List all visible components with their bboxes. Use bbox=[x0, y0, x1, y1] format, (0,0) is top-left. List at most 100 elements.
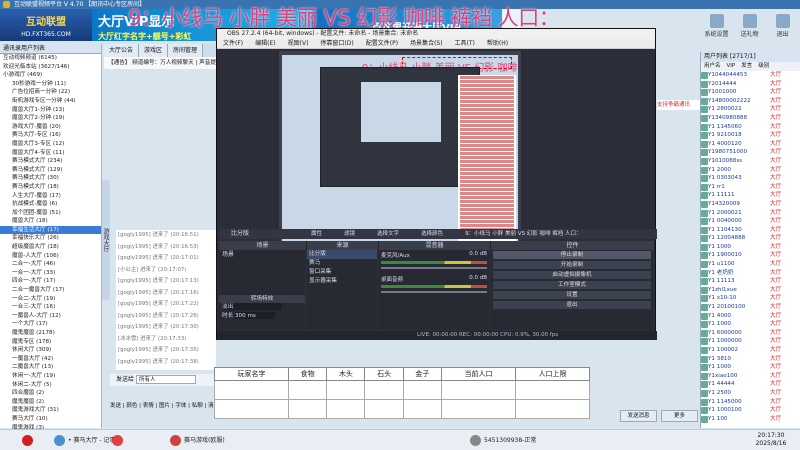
table-cell[interactable] bbox=[214, 399, 289, 419]
user-row[interactable]: Y1 老奶奶 大厅 bbox=[701, 269, 800, 278]
user-row[interactable]: Y1340980888 大厅 bbox=[701, 114, 800, 123]
obs-menu-item[interactable]: 文件(F) bbox=[223, 39, 243, 48]
site-logo[interactable]: 互动联盟 HD.FXT365.COM bbox=[0, 9, 92, 41]
user-row[interactable]: Y1 2000 大厅 bbox=[701, 166, 800, 175]
chat-target-select[interactable]: 所有人 bbox=[135, 375, 196, 384]
user-row[interactable]: Y1001000 大厅 bbox=[701, 88, 800, 97]
tab-game-area[interactable]: 游戏区 bbox=[139, 44, 169, 57]
tree-item[interactable]: 休闲一-大厅 (19) bbox=[0, 372, 101, 381]
tab-room-manage[interactable]: 房间管理 bbox=[168, 44, 204, 57]
obs-menu-item[interactable]: 停靠窗口(D) bbox=[320, 39, 353, 48]
tree-item[interactable]: 街机游戏专区一分钟 (44) bbox=[0, 97, 101, 106]
gift-button[interactable]: 送礼物 bbox=[733, 12, 766, 42]
user-row[interactable]: Y1 0303043 大厅 bbox=[701, 174, 800, 183]
system-settings-button[interactable]: 系统设置 bbox=[700, 12, 733, 42]
user-row[interactable]: Y1 4000 大厅 bbox=[701, 312, 800, 321]
control-button[interactable]: 开始录制 bbox=[493, 261, 651, 269]
user-row[interactable]: Y1 1000 大厅 bbox=[701, 320, 800, 329]
tree-item[interactable]: 游戏大厅-魔兽 (20) bbox=[0, 123, 101, 132]
user-row[interactable]: Y1 100002 大厅 bbox=[701, 346, 800, 355]
tree-item[interactable]: 魔兽大厅3-专区 (12) bbox=[0, 140, 101, 149]
user-row[interactable]: Y1 4000120 大厅 bbox=[701, 140, 800, 149]
user-row[interactable]: Y1 2800022 大厅 bbox=[701, 105, 800, 114]
user-row[interactable]: Y1 100 大厅 bbox=[701, 415, 800, 424]
tree-item[interactable]: 魔鬼魔兽 (2) bbox=[0, 398, 101, 407]
user-row[interactable]: Y14800002222 大厅 bbox=[701, 97, 800, 106]
obs-menu-item[interactable]: 视图(V) bbox=[288, 39, 309, 48]
obs-menu-item[interactable]: 配置文件(P) bbox=[366, 39, 398, 48]
tree-item[interactable]: 魔兽大厅4-专区 (11) bbox=[0, 149, 101, 158]
taskbar-app[interactable]: 5451309938-正常 bbox=[470, 433, 536, 448]
obs-menu-item[interactable]: 场景集合(S) bbox=[410, 39, 443, 48]
tree-item[interactable]: 互动视频频道 (6145) bbox=[0, 54, 101, 63]
user-row[interactable]: Y1xiao100 大厅 bbox=[701, 372, 800, 381]
user-row[interactable]: Y1 1000000 大厅 bbox=[701, 337, 800, 346]
tree-item[interactable]: 赛马大厅 (10) bbox=[0, 415, 101, 424]
table-cell[interactable] bbox=[440, 399, 516, 419]
source-item[interactable]: 窗口采集 bbox=[307, 268, 377, 277]
text-value-field[interactable]: 9：小线马 小胖 美丽 VS 幻影 咖啡 裤裆 人口： bbox=[461, 229, 586, 239]
desktop-volume-slider[interactable] bbox=[381, 291, 487, 293]
user-list-column[interactable]: VIP bbox=[727, 62, 736, 71]
user-row[interactable]: Y1044044453 大厅 bbox=[701, 71, 800, 80]
tree-item[interactable]: 一合二-大厅 (19) bbox=[0, 295, 101, 304]
select-color-button[interactable]: 选择颜色 bbox=[417, 229, 447, 239]
source-item[interactable]: 赛马 bbox=[307, 259, 377, 268]
table-cell[interactable] bbox=[287, 380, 328, 400]
user-row[interactable]: Y1 1900010 大厅 bbox=[701, 251, 800, 260]
filters-button[interactable]: 滤镜 bbox=[340, 229, 359, 239]
user-row[interactable]: Y1 6000000 大厅 bbox=[701, 329, 800, 338]
obs-menu-item[interactable]: 工具(T) bbox=[455, 39, 475, 48]
tree-item[interactable]: 小游戏厅 (469) bbox=[0, 71, 101, 80]
control-button[interactable]: 设置 bbox=[493, 291, 651, 299]
user-row[interactable]: Y1zhi1xue 大厅 bbox=[701, 286, 800, 295]
tree-item[interactable]: 魔兽大厅 (18) bbox=[0, 217, 101, 226]
table-cell[interactable] bbox=[364, 399, 404, 419]
exit-button[interactable]: 退出 bbox=[766, 12, 799, 42]
user-row[interactable]: Y1980751000 大厅 bbox=[701, 148, 800, 157]
control-button[interactable]: 停止录制 bbox=[493, 251, 651, 259]
user-row[interactable]: Y1 1145060 大厅 bbox=[701, 123, 800, 132]
user-row[interactable]: Y14320009 大厅 bbox=[701, 200, 800, 209]
tree-item[interactable]: 超级魔兽大厅 (18) bbox=[0, 243, 101, 252]
user-row[interactable]: Y1 11111 大厅 bbox=[701, 191, 800, 200]
user-row[interactable]: Y1 1000100 大厅 bbox=[701, 406, 800, 415]
user-row[interactable]: Y1 rr1 大厅 bbox=[701, 183, 800, 192]
send-message-button[interactable]: 发送消息 bbox=[620, 410, 657, 422]
user-row[interactable]: Y1 u1100 大厅 bbox=[701, 260, 800, 269]
user-row[interactable]: Y1 1145000 大厅 bbox=[701, 398, 800, 407]
control-button[interactable]: 退出 bbox=[493, 301, 651, 309]
tree-item[interactable]: 一个大厅 (17) bbox=[0, 320, 101, 329]
taskbar-app[interactable]: 赛马游戏(欧服) bbox=[170, 433, 225, 448]
user-row[interactable]: Y1 20100100 大厅 bbox=[701, 303, 800, 312]
tree-item[interactable]: 魔鬼魔兽 (2178) bbox=[0, 329, 101, 338]
user-row[interactable]: Y1 9210018 大厅 bbox=[701, 131, 800, 140]
taskbar-clock[interactable]: 20:17:30 2025/8/16 bbox=[744, 432, 798, 448]
tree-item[interactable]: 魔兽大厅2-分钟 (19) bbox=[0, 114, 101, 123]
tree-item[interactable]: 幸福快乐大厅 (26) bbox=[0, 234, 101, 243]
user-row[interactable]: Y1 44444 大厅 bbox=[701, 380, 800, 389]
tab-announcement[interactable]: 大厅公告 bbox=[104, 44, 140, 57]
control-button[interactable]: 工作室模式 bbox=[493, 281, 651, 289]
select-text-button[interactable]: 选择文字 bbox=[373, 229, 403, 239]
tree-item[interactable]: 赛马模式大厅 (30) bbox=[0, 174, 101, 183]
table-cell[interactable] bbox=[326, 399, 366, 419]
tree-item[interactable]: 魔兽-人大厅 (106) bbox=[0, 252, 101, 261]
chat-toolbar[interactable]: 发送 | 颜色 | 表情 | 图片 | 字体 | 私聊 | 清屏 bbox=[108, 400, 219, 412]
tree-item[interactable]: 抗战模式-魔兽 (6) bbox=[0, 200, 101, 209]
vertical-tab-game-hall[interactable]: 游戏大厅 bbox=[102, 180, 110, 300]
obs-preview[interactable]: 9：小线马 小胖 美丽 VS 幻影 咖啡 裤裆 人口： bbox=[279, 51, 521, 249]
tree-item[interactable]: 一合一-大厅 (33) bbox=[0, 269, 101, 278]
tree-item[interactable]: 30秒游戏一分钟 (11) bbox=[0, 80, 101, 89]
table-cell[interactable] bbox=[287, 399, 328, 419]
tree-item[interactable]: 赛马大厅-专区 (16) bbox=[0, 131, 101, 140]
user-row[interactable]: Y1 x10-10 大厅 bbox=[701, 294, 800, 303]
tree-item[interactable]: 一合三-大厅 (16) bbox=[0, 303, 101, 312]
user-list-column[interactable]: 级别 bbox=[758, 62, 769, 71]
table-cell[interactable] bbox=[402, 380, 442, 400]
tree-item[interactable]: 二合一魔兽大厅 (17) bbox=[0, 286, 101, 295]
tree-item[interactable]: 二魔兽大厅 (13) bbox=[0, 363, 101, 372]
user-row[interactable]: Y1 11113 大厅 bbox=[701, 277, 800, 286]
user-list-column[interactable]: 发言 bbox=[741, 62, 752, 71]
scene-item[interactable]: 场景 bbox=[219, 250, 305, 259]
